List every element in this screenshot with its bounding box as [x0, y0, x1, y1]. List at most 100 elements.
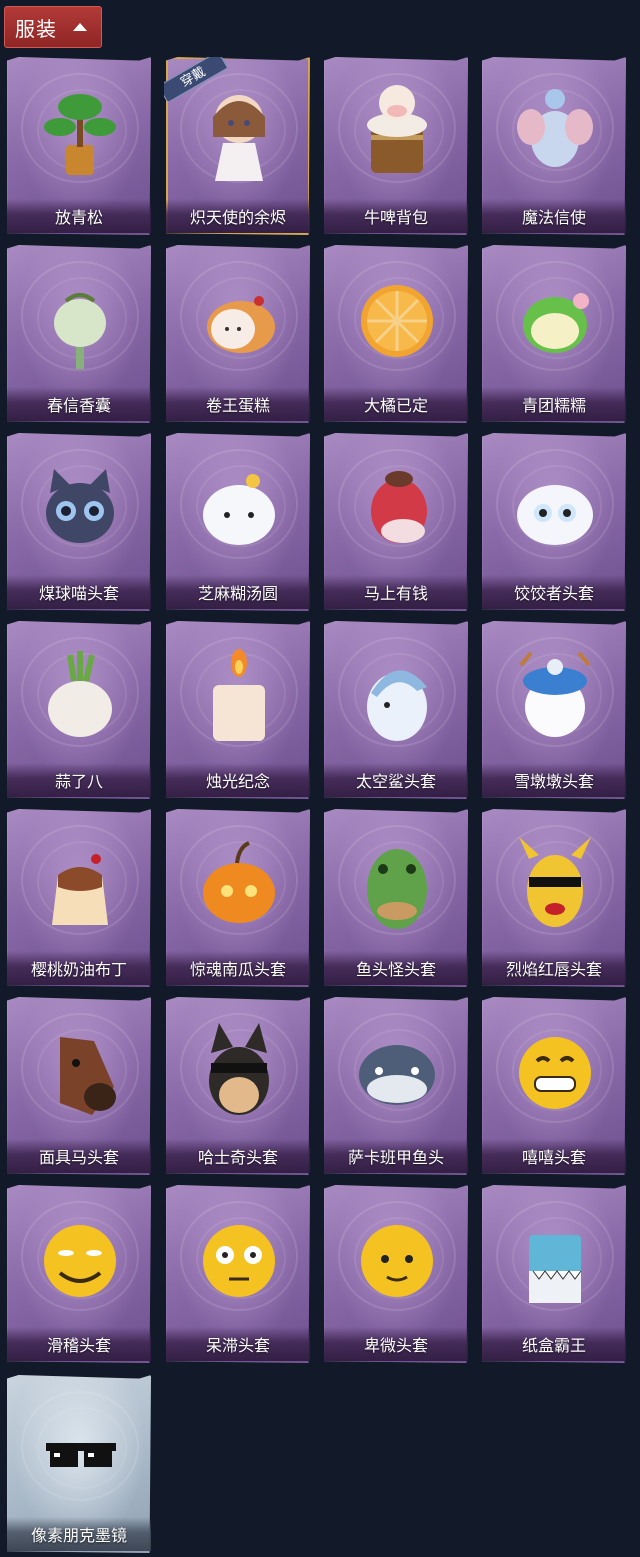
outfit-card[interactable]: 蒜了八 — [5, 621, 155, 803]
red-horse-icon — [371, 471, 427, 543]
stunned-emoji-icon — [203, 1225, 275, 1297]
outfit-card[interactable]: 卷王蛋糕 — [164, 245, 314, 427]
outfit-card[interactable]: 哈士奇头套 — [164, 997, 314, 1179]
garlic-icon — [48, 651, 112, 737]
item-name: 滑稽头套 — [46, 1336, 111, 1355]
card-name-bar: 像素朋克墨镜 — [7, 1517, 151, 1551]
item-name: 煤球喵头套 — [38, 584, 119, 603]
item-name: 像素朋克墨镜 — [30, 1526, 127, 1545]
card-name-bar: 惊魂南瓜头套 — [166, 951, 310, 985]
pine-bonsai-icon — [44, 94, 116, 175]
roll-cake-icon — [207, 296, 275, 353]
sachet-icon — [54, 293, 106, 369]
item-name: 呆滞头套 — [205, 1336, 270, 1355]
outfit-card[interactable]: 牛啤背包 — [322, 57, 472, 239]
candle-icon — [213, 649, 265, 741]
card-name-bar: 放青松 — [7, 199, 151, 233]
card-name-bar: 萨卡班甲鱼头 — [324, 1139, 468, 1173]
card-name-bar: 嘻嘻头套 — [482, 1139, 626, 1173]
card-name-bar: 魔法信使 — [482, 199, 626, 233]
outfit-card[interactable]: 马上有钱 — [322, 433, 472, 615]
pudding-icon — [52, 854, 108, 925]
item-name: 樱桃奶油布丁 — [30, 960, 127, 979]
outfit-card[interactable]: 纸盒霸王 — [480, 1185, 630, 1367]
outfit-card[interactable]: 饺饺者头套 — [480, 433, 630, 615]
item-name: 卑微头套 — [363, 1336, 428, 1355]
outfit-card[interactable]: 青团糯糯 — [480, 245, 630, 427]
funny-emoji-icon — [44, 1225, 116, 1297]
outfit-card[interactable]: 春信香囊 — [5, 245, 155, 427]
card-name-bar: 樱桃奶油布丁 — [7, 951, 151, 985]
outfit-section-toggle[interactable]: 服装 — [4, 6, 102, 48]
rice-dumpling-icon — [203, 474, 275, 545]
green-rice-ball-icon — [523, 293, 589, 353]
husky-mask-icon — [209, 1023, 269, 1115]
outfit-card[interactable]: 卑微头套 — [322, 1185, 472, 1367]
humble-emoji-icon — [361, 1225, 433, 1297]
card-name-bar: 呆滞头套 — [166, 1327, 310, 1361]
item-name: 哈士奇头套 — [197, 1148, 278, 1167]
outfit-card[interactable]: 惊魂南瓜头套 — [164, 809, 314, 991]
orange-slice-icon — [361, 285, 433, 357]
item-name: 大橘已定 — [363, 396, 428, 415]
outfit-card[interactable]: 滑稽头套 — [5, 1185, 155, 1367]
cow-beer-mug-icon — [367, 85, 427, 173]
card-name-bar: 太空鲨头套 — [324, 763, 468, 797]
fish-mask-icon — [367, 849, 427, 929]
outfit-card[interactable]: 烛光纪念 — [164, 621, 314, 803]
pumpkin-head-icon — [203, 841, 275, 923]
fish-head-icon — [359, 1045, 435, 1105]
item-name: 炽天使的余烬 — [189, 208, 286, 227]
outfit-card[interactable]: 炽天使的余烬 穿戴 — [164, 57, 314, 239]
outfit-card[interactable]: 太空鲨头套 — [322, 621, 472, 803]
chevron-up-icon — [73, 23, 87, 31]
outfit-card[interactable]: 大橘已定 — [322, 245, 472, 427]
card-name-bar: 炽天使的余烬 — [166, 199, 310, 233]
outfit-card[interactable]: 放青松 — [5, 57, 155, 239]
outfit-card[interactable]: 萨卡班甲鱼头 — [322, 997, 472, 1179]
card-name-bar: 鱼头怪头套 — [324, 951, 468, 985]
horse-mask-icon — [60, 1037, 116, 1115]
equipped-badge: 穿戴 — [164, 57, 234, 101]
outfit-card[interactable]: 樱桃奶油布丁 — [5, 809, 155, 991]
item-name: 嘻嘻头套 — [521, 1148, 586, 1167]
section-title: 服装 — [15, 16, 57, 41]
yellow-mask-icon — [519, 837, 591, 927]
outfit-card[interactable]: 像素朋克墨镜 — [5, 1375, 155, 1557]
card-name-bar: 纸盒霸王 — [482, 1327, 626, 1361]
card-name-bar: 烛光纪念 — [166, 763, 310, 797]
card-name-bar: 马上有钱 — [324, 575, 468, 609]
card-name-bar: 面具马头套 — [7, 1139, 151, 1173]
outfit-card[interactable]: 鱼头怪头套 — [322, 809, 472, 991]
outfit-card[interactable]: 芝麻糊汤圆 — [164, 433, 314, 615]
snowman-head-icon — [519, 651, 591, 737]
item-name: 放青松 — [54, 208, 103, 227]
outfit-card[interactable]: 煤球喵头套 — [5, 433, 155, 615]
card-name-bar: 煤球喵头套 — [7, 575, 151, 609]
item-name: 蒜了八 — [54, 772, 103, 791]
item-name: 马上有钱 — [363, 584, 428, 603]
outfit-card[interactable]: 呆滞头套 — [164, 1185, 314, 1367]
item-name: 纸盒霸王 — [521, 1336, 586, 1355]
card-name-bar: 蒜了八 — [7, 763, 151, 797]
outfit-card[interactable]: 雪墩墩头套 — [480, 621, 630, 803]
equipped-badge-label: 穿戴 — [164, 57, 229, 101]
outfit-card[interactable]: 嘻嘻头套 — [480, 997, 630, 1179]
outfit-card[interactable]: 烈焰红唇头套 — [480, 809, 630, 991]
item-name: 芝麻糊汤圆 — [197, 584, 278, 603]
card-name-bar: 哈士奇头套 — [166, 1139, 310, 1173]
card-name-bar: 青团糯糯 — [482, 387, 626, 421]
item-name: 魔法信使 — [521, 208, 586, 227]
item-name: 太空鲨头套 — [355, 772, 436, 791]
outfit-card[interactable]: 面具马头套 — [5, 997, 155, 1179]
item-name: 卷王蛋糕 — [205, 396, 270, 415]
item-name: 雪墩墩头套 — [513, 772, 594, 791]
card-name-bar: 饺饺者头套 — [482, 575, 626, 609]
elephant-messenger-icon — [517, 89, 593, 167]
dumpling-head-icon — [517, 485, 593, 545]
item-name: 饺饺者头套 — [513, 584, 594, 603]
card-name-bar: 卷王蛋糕 — [166, 387, 310, 421]
card-name-bar: 烈焰红唇头套 — [482, 951, 626, 985]
outfit-card[interactable]: 魔法信使 — [480, 57, 630, 239]
black-cat-head-icon — [46, 469, 114, 543]
